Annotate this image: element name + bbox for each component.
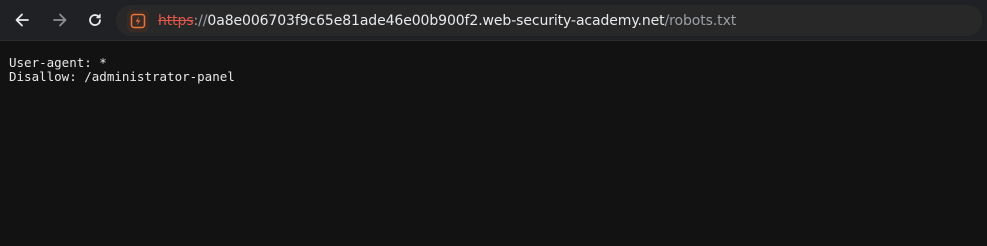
robots-txt-text: User-agent: * Disallow: /administrator-p…: [9, 56, 978, 84]
forward-button[interactable]: [46, 6, 74, 34]
text-line: User-agent: *: [9, 55, 107, 70]
browser-window: https://0a8e006703f9c65e81ade46e00b900f2…: [0, 0, 987, 246]
url-host: 0a8e006703f9c65e81ade46e00b900f2.web-sec…: [207, 12, 665, 29]
browser-toolbar: https://0a8e006703f9c65e81ade46e00b900f2…: [0, 0, 987, 41]
url-scheme: https: [158, 12, 194, 29]
back-button[interactable]: [8, 6, 36, 34]
page-content: User-agent: * Disallow: /administrator-p…: [0, 41, 987, 99]
address-bar[interactable]: https://0a8e006703f9c65e81ade46e00b900f2…: [116, 5, 982, 36]
url-separator: ://: [193, 12, 208, 29]
text-line: Disallow: /administrator-panel: [9, 69, 235, 84]
url-text[interactable]: https://0a8e006703f9c65e81ade46e00b900f2…: [158, 14, 736, 28]
arrow-right-icon: [53, 13, 67, 27]
url-path: /robots.txt: [664, 12, 737, 29]
reload-icon: [89, 13, 101, 26]
reload-button[interactable]: [81, 6, 109, 34]
not-secure-lightning-icon[interactable]: [127, 9, 149, 32]
arrow-left-icon: [15, 13, 29, 27]
